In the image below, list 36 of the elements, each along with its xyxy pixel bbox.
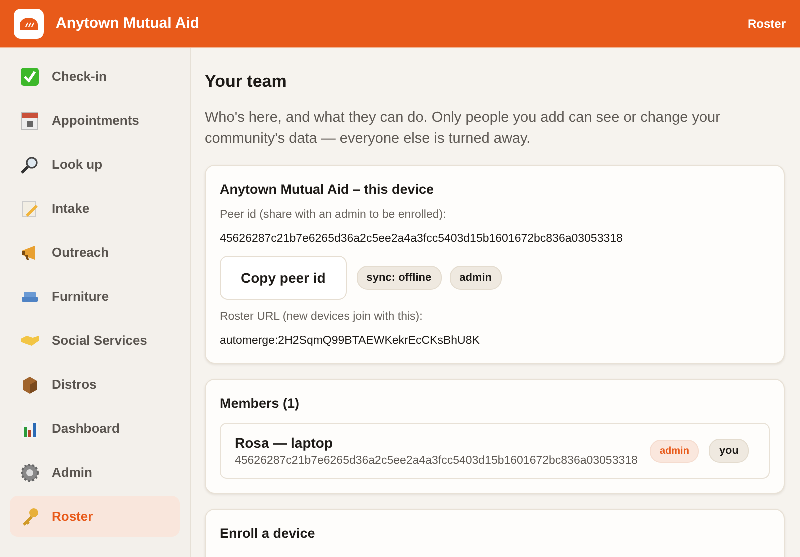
sidebar-item[interactable]: Admin [10,452,180,493]
sidebar-item[interactable]: Distros [10,364,180,405]
peer-id: 45626287c21b7e6265d36a2c5ee2a4a3fcc5403d15b1601672bc836a03053318 [235,455,639,467]
logo-icon [14,8,44,38]
roster-url: automerge:2H2SqmQ99BTAEWKekrEcCKsBhU8K [220,335,481,347]
member-name: Rosa — laptop [235,435,334,451]
card-title: Anytown Mutual Aid – this device [220,182,436,197]
sidebar-item[interactable]: Check-in [10,56,180,97]
page-heading: Your team [205,72,288,92]
check-mark-icon [20,66,40,86]
calendar-icon [20,110,40,130]
app-title: Anytown Mutual Aid [56,15,201,32]
sidebar-item[interactable]: Social Services [10,320,180,361]
sidebar-item[interactable]: Appointments [10,100,180,141]
copy-button[interactable]: Copy peer id [220,256,347,300]
card-title: Enroll a device [220,526,316,541]
field-label: Roster URL (new devices join with this): [220,311,424,323]
role-tag: admin [450,266,502,290]
sidebar-item[interactable]: Furniture [10,276,180,317]
pencil-icon [20,198,40,218]
role-tag: you [709,439,749,463]
bar-chart-icon [20,418,40,438]
magnifier-icon [20,154,40,174]
box-icon [20,374,40,394]
sidebar-item[interactable]: Outreach [10,232,180,273]
sidebar-item[interactable]: Dashboard [10,408,180,449]
field-label: Peer id (share with an admin to be enrolled): [220,209,448,221]
sidebar-item[interactable]: Intake [10,188,180,229]
sidebar-item[interactable]: Look up [10,144,180,185]
intro-text: Who's here, and what they can do. Only people you add can see or change your community's data — everyone else is turned away. [205,109,722,149]
page-link[interactable]: Roster [748,16,786,30]
card-title: Members (1) [220,396,301,411]
gear-icon [20,462,40,482]
role-tag: sync: offline [356,266,442,290]
peer-id: 45626287c21b7e6265d36a2c5ee2a4a3fcc5403d15b1601672bc836a03053318 [220,233,624,245]
role-tag: admin [650,440,700,462]
